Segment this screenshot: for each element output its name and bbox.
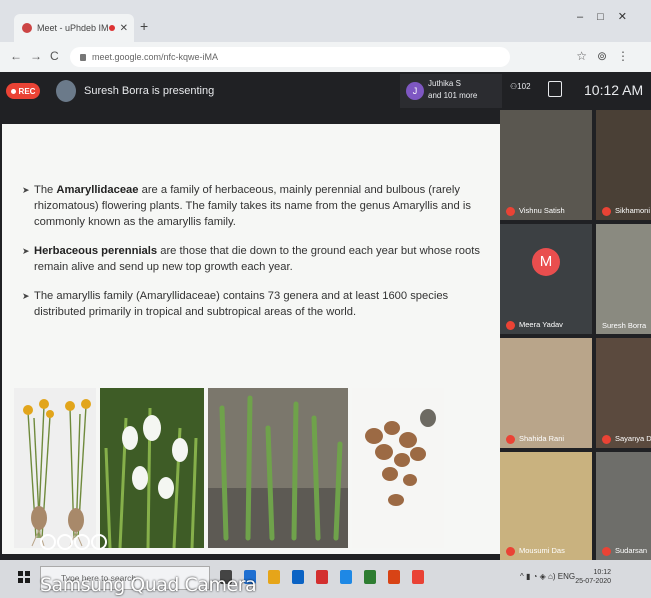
window-controls[interactable]: –□✕ [577, 10, 641, 23]
participants-grid: Vishnu Satish Sikhamoni M Meera Yadav Su… [500, 110, 651, 560]
browser-tab[interactable]: Meet - uPhdeb IM6 ✕ [14, 14, 134, 42]
joiner-avatar: J [406, 82, 424, 100]
store-icon[interactable] [292, 570, 304, 584]
file-explorer-icon[interactable] [268, 570, 280, 584]
muted-mic-icon [602, 547, 611, 556]
participant-tile[interactable]: Vishnu Satish [500, 110, 592, 220]
presenting-text: Suresh Borra is presenting [84, 85, 215, 97]
join-notification[interactable]: J Juthika S and 101 more [400, 74, 502, 108]
participant-name: Vishnu Satish [519, 206, 565, 216]
presentation-slide: ➤ The Amaryllidaceae are a family of her… [2, 124, 500, 554]
excel-icon[interactable] [364, 570, 376, 584]
muted-mic-icon [506, 321, 515, 330]
participant-name: Mousumi Das [519, 546, 565, 556]
participant-tile[interactable]: M Meera Yadav [500, 224, 592, 334]
tab-title: Meet - uPhdeb IM6 [37, 23, 109, 33]
joiner-name: Juthika S [428, 79, 461, 88]
address-bar-row: ←→C meet.google.com/nfc-kqwe-iMA ☆⊚⋮ [0, 42, 651, 73]
recording-indicator-icon [108, 25, 115, 31]
people-icon[interactable]: ⚇102 [510, 82, 531, 91]
word-icon[interactable] [340, 570, 352, 584]
meeting-clock: 10:12 AM [584, 82, 644, 98]
bullet-arrow-icon: ➤ [22, 185, 30, 195]
meet-favicon-icon [22, 23, 32, 33]
participant-name: Suresh Borra [602, 321, 647, 330]
participant-name: Sayanya Das [615, 434, 651, 444]
slide-bullets: ➤ The Amaryllidaceae are a family of her… [22, 182, 492, 333]
sprouting-bulbs-photo [208, 388, 348, 548]
tray-clock[interactable]: 10:12 25-07-2020 [575, 568, 611, 586]
rec-label: REC [18, 86, 36, 96]
windows-start-icon[interactable] [18, 571, 30, 583]
participant-tile[interactable]: Mousumi Das [500, 452, 592, 560]
bullet-item: ➤ The amaryllis family (Amaryllidaceae) … [22, 290, 449, 318]
participant-name: Sikhamoni [615, 206, 651, 216]
slide-photos [14, 388, 484, 548]
lock-icon [80, 54, 86, 62]
bullet-item: ➤ The Amaryllidaceae are a family of her… [22, 184, 471, 228]
participant-name: Meera Yadav [519, 320, 563, 330]
mail-icon[interactable] [316, 570, 328, 584]
meet-top-bar: REC Suresh Borra is presenting J Juthika… [0, 72, 651, 110]
chrome-icon[interactable] [412, 570, 424, 584]
url-text: meet.google.com/nfc-kqwe-iMA [92, 52, 219, 62]
tray-time: 10:12 [593, 569, 611, 576]
participant-avatar: M [532, 248, 560, 276]
muted-mic-icon [602, 435, 611, 444]
bullet-item: ➤ Herbaceous perennials are those that d… [22, 245, 480, 273]
participant-tile[interactable]: Sudarsan [596, 452, 651, 560]
participant-tile[interactable]: Suresh Borra [596, 224, 651, 334]
bulbs-pile-photo [352, 388, 444, 548]
presenter-avatar [56, 80, 76, 102]
snowdrop-flowers-photo [100, 388, 204, 548]
muted-mic-icon [506, 207, 515, 216]
browser-toolbar-icons[interactable]: ☆⊚⋮ [576, 49, 639, 63]
bullet-arrow-icon: ➤ [22, 246, 30, 256]
powerpoint-icon[interactable] [388, 570, 400, 584]
camera-lens-watermark-icon [40, 534, 108, 550]
muted-mic-icon [602, 207, 611, 216]
new-tab-button[interactable]: + [140, 18, 148, 34]
url-field[interactable]: meet.google.com/nfc-kqwe-iMA [70, 47, 510, 67]
tray-language: ENG [557, 572, 576, 581]
tray-date: 25-07-2020 [575, 578, 611, 585]
participant-tile[interactable]: Sikhamoni [596, 110, 651, 220]
participant-tile[interactable]: Sayanya Das [596, 338, 651, 448]
camera-watermark: Samsung Quad Camera [40, 574, 257, 596]
muted-mic-icon [506, 547, 515, 556]
people-count: 102 [517, 82, 531, 91]
close-tab-icon[interactable]: ✕ [120, 23, 128, 34]
bullet-arrow-icon: ➤ [22, 291, 30, 301]
joiner-more: and 101 more [428, 91, 478, 100]
yellow-flower-bulbs-photo [14, 388, 96, 548]
system-tray-icons[interactable]: ^ ▮ ◔ ◈ ⌂) ENG [520, 572, 575, 581]
nav-buttons[interactable]: ←→C [10, 49, 67, 63]
photo-of-screen: Meet - uPhdeb IM6 ✕ + –□✕ ←→C meet.googl… [0, 0, 651, 598]
participant-name: Sudarsan [615, 546, 648, 556]
participant-tile[interactable]: Shahida Rani [500, 338, 592, 448]
participant-name: Shahida Rani [519, 434, 565, 444]
muted-mic-icon [506, 435, 515, 444]
browser-tab-strip: Meet - uPhdeb IM6 ✕ + –□✕ [0, 0, 651, 42]
recording-badge[interactable]: REC [6, 83, 40, 99]
chat-icon[interactable] [548, 81, 562, 97]
